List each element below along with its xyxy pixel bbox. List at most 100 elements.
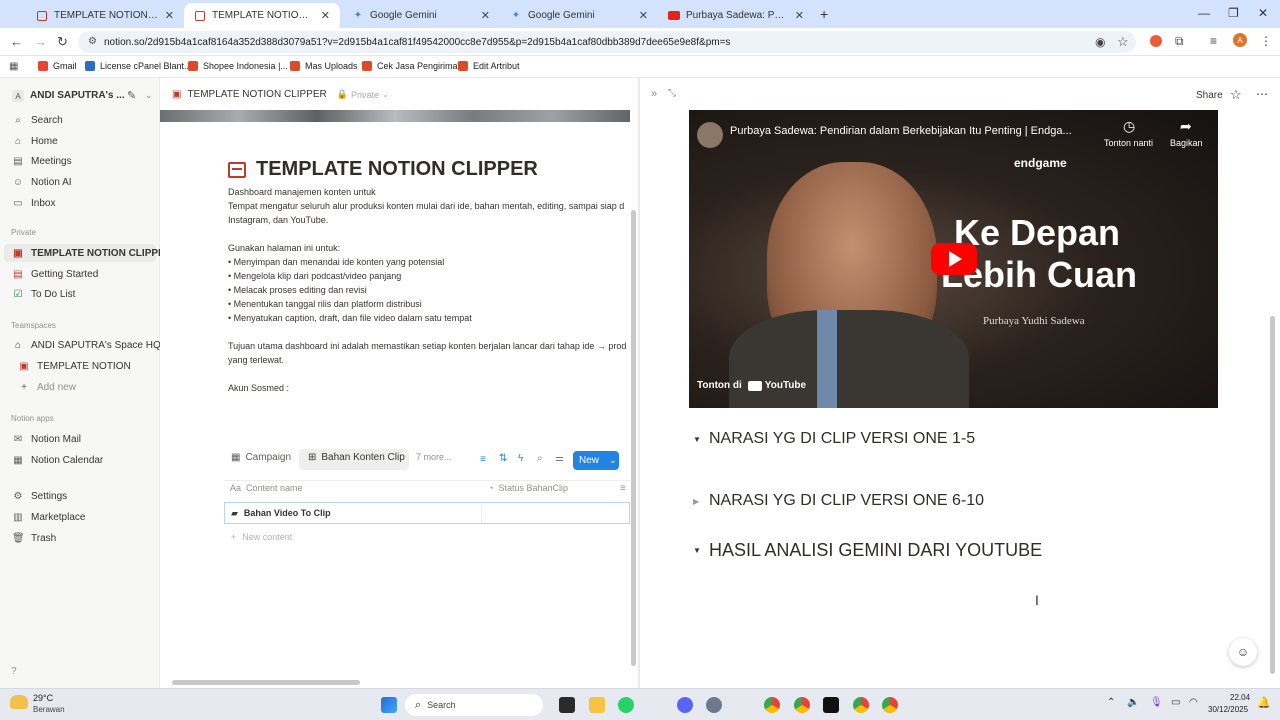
restore-button[interactable]: ❐ (1228, 6, 1239, 20)
settings-sliders-icon[interactable]: ⚌ (555, 453, 564, 464)
notification-bell-icon[interactable]: 🔔 (1257, 696, 1271, 709)
start-windows-icon[interactable] (381, 697, 397, 713)
eye-icon[interactable]: ◉ (1095, 35, 1105, 49)
back-button[interactable]: ← (10, 34, 23, 49)
toggle-block[interactable]: ▶ NARASI YG DI CLIP VERSI ONE 6-10 (693, 492, 984, 510)
share-label[interactable]: Bagikan (1170, 138, 1203, 148)
menu-kebab-icon[interactable]: ⋮ (1260, 34, 1272, 48)
bookmark-gmail[interactable]: Gmail (38, 61, 77, 71)
more-options-icon[interactable]: ⋯ (1256, 87, 1268, 101)
sidebar-item-template-notion-clipper[interactable]: ▣ TEMPLATE NOTION CLIPPER (12, 248, 172, 259)
column-header-status[interactable]: ◔ Status BahanClip (488, 483, 568, 493)
table-row[interactable]: ▰ Bahan Video To Clip (224, 502, 630, 524)
sidebar-item-template-notion[interactable]: ▣ TEMPLATE NOTION (18, 361, 130, 372)
privacy-label[interactable]: Private (351, 90, 379, 100)
extensions-puzzle-icon[interactable]: ⧉ (1175, 34, 1184, 49)
sidebar-item-getting-started[interactable]: ▤ Getting Started (12, 269, 98, 280)
help-icon[interactable]: ? (11, 666, 17, 677)
chrome-icon[interactable] (882, 697, 898, 713)
discord-icon[interactable] (677, 697, 693, 713)
breadcrumb[interactable]: TEMPLATE NOTION CLIPPER (187, 89, 326, 100)
toggle-open-icon[interactable]: ▼ (693, 435, 709, 444)
url-text[interactable]: notion.so/2d915b4a1caf8164a352d388d3079a… (104, 37, 730, 48)
microphone-icon[interactable]: 🎙 (1150, 697, 1163, 708)
settings-gear-icon[interactable] (706, 697, 722, 713)
sort-icon[interactable]: ⇅ (499, 453, 507, 464)
close-tab-icon[interactable]: ✕ (321, 9, 330, 22)
file-explorer-icon[interactable] (589, 697, 605, 713)
browser-tab[interactable]: ✦ Google Gemini ✕ (342, 3, 500, 28)
chrome-icon[interactable] (764, 697, 780, 713)
clock-date[interactable]: 30/12/2025 (1208, 705, 1248, 714)
close-tab-icon[interactable]: ✕ (481, 9, 490, 22)
chrome-icon[interactable] (794, 697, 810, 713)
toggle-block[interactable]: ▼ NARASI YG DI CLIP VERSI ONE 1-5 (693, 430, 975, 448)
share-button[interactable]: Share (1196, 90, 1223, 101)
sidebar-item-to-do-list[interactable]: ☑ To Do List (12, 289, 76, 300)
taskbar-search-box[interactable]: ⌕ Search (405, 694, 543, 716)
apps-grid-icon[interactable]: ▦ (9, 61, 18, 72)
chevron-down-icon[interactable]: ⌄ (145, 90, 153, 101)
extension-icon[interactable] (1150, 35, 1162, 47)
sidebar-item-inbox[interactable]: ▭ Inbox (12, 198, 55, 209)
bookmark-shopee[interactable]: Shopee Indonesia |... (188, 61, 288, 71)
db-view-tab-campaign[interactable]: ▦ Campaign (231, 452, 291, 463)
search-icon[interactable]: ⌕ (537, 453, 543, 464)
sidebar-item-marketplace[interactable]: ▥ Marketplace (12, 512, 85, 523)
workspace-name[interactable]: ANDI SAPUTRA's ... (30, 90, 125, 101)
new-tab-button[interactable]: + (820, 6, 828, 22)
wifi-icon[interactable]: ◠ (1189, 697, 1198, 708)
chrome-icon-active[interactable] (853, 697, 869, 713)
channel-avatar[interactable] (697, 122, 723, 148)
new-page-icon[interactable]: ✎ (127, 89, 136, 102)
page-title[interactable]: TEMPLATE NOTION CLIPPER (228, 158, 538, 181)
column-options-icon[interactable]: ≡ (620, 483, 626, 494)
toggle-open-icon[interactable]: ▼ (693, 546, 709, 555)
sidebar-item-search[interactable]: ⌕ Search (12, 115, 63, 126)
close-peek-icon[interactable]: » (651, 88, 657, 100)
bookmark-edit-artribut[interactable]: Edit Artribut (458, 61, 520, 71)
notion-ai-button[interactable]: ☺ (1229, 638, 1257, 666)
filter-icon[interactable]: ≡ (480, 454, 486, 465)
sidebar-item-notion-calendar[interactable]: ▦ Notion Calendar (12, 455, 103, 466)
task-view-icon[interactable] (559, 697, 575, 713)
minimize-button[interactable]: — (1198, 6, 1210, 20)
close-tab-icon[interactable]: ✕ (165, 9, 174, 22)
new-button[interactable]: New ⌄ (573, 451, 619, 470)
browser-tab[interactable]: ✦ Google Gemini ✕ (500, 3, 658, 28)
weather-desc[interactable]: Berawan (33, 705, 65, 714)
tray-chevron-up-icon[interactable]: ⌃ (1107, 697, 1115, 708)
volume-icon[interactable]: 🔈 (1127, 697, 1139, 708)
panel-scrollbar[interactable] (1270, 316, 1275, 674)
bookmark-cpanel[interactable]: License cPanel Blant... (85, 61, 192, 71)
horizontal-scrollbar[interactable] (172, 680, 360, 685)
site-info-icon[interactable]: ⚙ (88, 36, 97, 47)
db-view-more[interactable]: 7 more... (416, 452, 452, 462)
sidebar-add-new[interactable]: + Add new (18, 382, 76, 393)
clock-icon[interactable]: ◷ (1123, 118, 1135, 135)
sidebar-item-meetings[interactable]: ▤ Meetings (12, 156, 71, 167)
clock-time[interactable]: 22.04 (1230, 693, 1250, 702)
page-scrollbar[interactable] (631, 210, 636, 666)
video-title[interactable]: Purbaya Sadewa: Pendirian dalam Berkebij… (730, 125, 1072, 137)
browser-tab-active[interactable]: TEMPLATE NOTION CLIPPER | B ✕ (184, 3, 340, 28)
tab-search-icon[interactable]: ≡ (1210, 34, 1217, 48)
expand-icon[interactable]: ⤡ (668, 88, 676, 99)
toggle-heading-block[interactable]: ▼ HASIL ANALISI GEMINI DARI YOUTUBE (693, 540, 1042, 561)
automation-bolt-icon[interactable]: ϟ (518, 453, 523, 464)
capcut-icon[interactable] (823, 697, 839, 713)
bookmark-mas-uploads[interactable]: Mas Uploads (290, 61, 358, 71)
close-tab-icon[interactable]: ✕ (795, 9, 804, 22)
db-view-tab-bahan-konten-clip[interactable]: ⊞ Bahan Konten Clip (308, 452, 405, 463)
sidebar-item-notion-ai[interactable]: ☺ Notion AI (12, 177, 72, 188)
favorite-star-icon[interactable]: ☆ (1230, 87, 1242, 103)
close-tab-icon[interactable]: ✕ (639, 9, 648, 22)
reload-button[interactable]: ↻ (57, 34, 68, 50)
youtube-embed[interactable]: Purbaya Sadewa: Pendirian dalam Berkebij… (689, 110, 1218, 408)
sidebar-item-trash[interactable]: 🗑 Trash (12, 533, 56, 544)
share-arrow-icon[interactable]: ➦ (1180, 118, 1192, 135)
close-window-button[interactable]: ✕ (1258, 6, 1268, 20)
watch-later-label[interactable]: Tonton nanti (1104, 138, 1153, 148)
new-content-row[interactable]: + New content (231, 532, 292, 542)
watch-on-youtube[interactable]: Tonton di YouTube (697, 380, 806, 391)
